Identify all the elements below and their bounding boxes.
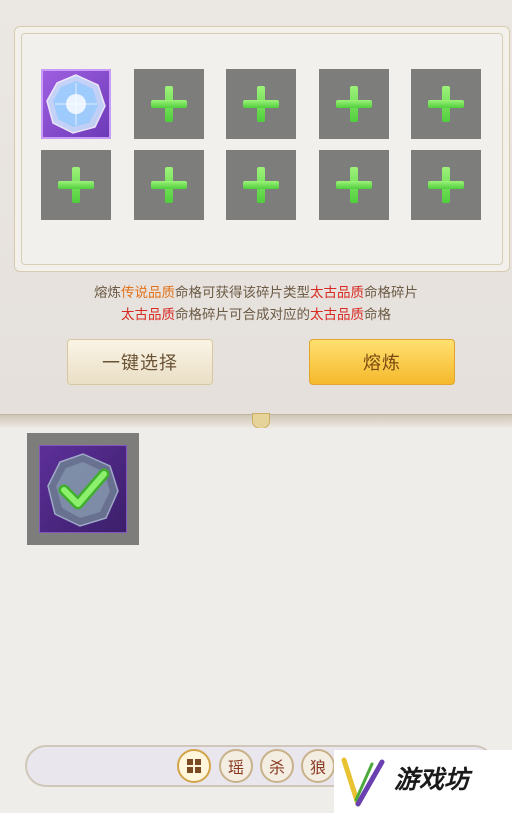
- slot-empty[interactable]: [411, 150, 481, 220]
- filter-lang-button[interactable]: 狼: [301, 749, 335, 783]
- slot-empty[interactable]: [226, 69, 296, 139]
- slot-filled[interactable]: [41, 69, 111, 139]
- inventory-item[interactable]: [27, 433, 139, 545]
- plus-icon: [58, 167, 94, 203]
- grid-icon: [187, 759, 201, 773]
- plus-icon: [243, 86, 279, 122]
- plus-icon: [151, 86, 187, 122]
- slot-empty[interactable]: [319, 150, 389, 220]
- check-icon: [58, 468, 110, 510]
- smelt-info-line-2: 太古品质命格碎片可合成对应的太古品质命格: [121, 307, 391, 323]
- slot-empty[interactable]: [319, 69, 389, 139]
- slot-empty[interactable]: [134, 69, 204, 139]
- plus-icon: [336, 167, 372, 203]
- slot-empty[interactable]: [226, 150, 296, 220]
- smelt-info-line-1: 熔炼传说品质命格可获得该碎片类型太古品质命格碎片: [94, 285, 418, 301]
- filter-yao-button[interactable]: 瑶: [219, 749, 253, 783]
- watermark: 游戏坊: [334, 750, 512, 813]
- smelt-button[interactable]: 熔炼: [309, 339, 455, 385]
- slot-empty[interactable]: [134, 150, 204, 220]
- plus-icon: [428, 167, 464, 203]
- divider-ornament: [252, 413, 270, 429]
- brush-logo-icon: [341, 757, 385, 807]
- slot-empty[interactable]: [41, 150, 111, 220]
- crystal-fragment-icon: [46, 74, 106, 134]
- smelt-slot-panel: [14, 26, 510, 272]
- plus-icon: [428, 86, 464, 122]
- plus-icon: [151, 167, 187, 203]
- filter-sha-button[interactable]: 杀: [260, 749, 294, 783]
- slot-empty[interactable]: [411, 69, 481, 139]
- plus-icon: [243, 167, 279, 203]
- auto-select-button[interactable]: 一键选择: [67, 339, 213, 385]
- plus-icon: [336, 86, 372, 122]
- filter-all-button[interactable]: [177, 749, 211, 783]
